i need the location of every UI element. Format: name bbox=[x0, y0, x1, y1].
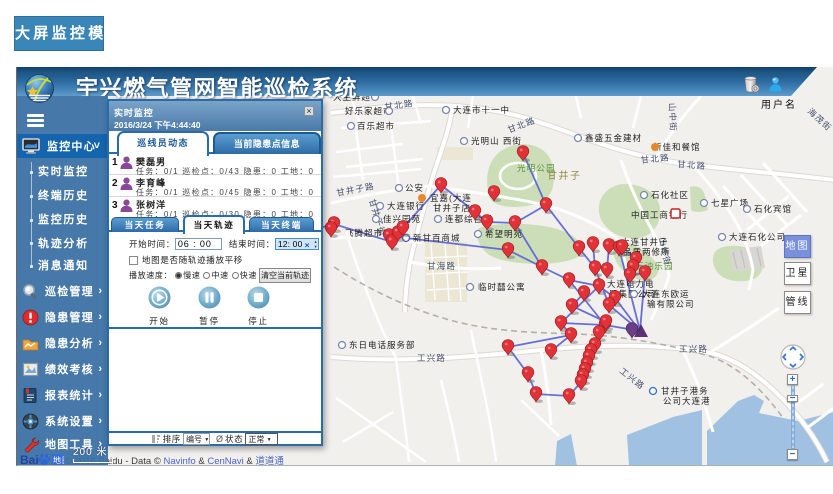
svg-text:公司大连港: 公司大连港 bbox=[663, 396, 711, 406]
svg-text:甘井子店): 甘井子店) bbox=[433, 203, 475, 213]
svg-text:百乐超市: 百乐超市 bbox=[357, 121, 395, 131]
svg-text:新甘百商城: 新甘百商城 bbox=[413, 233, 461, 243]
svg-text:大连银行: 大连银行 bbox=[387, 201, 425, 211]
svg-text:飞腾超市: 飞腾超市 bbox=[345, 228, 383, 238]
svg-text:输有限公司: 输有限公司 bbox=[647, 299, 695, 309]
svg-text:石化社区: 石化社区 bbox=[651, 190, 689, 200]
svg-text:新佳和餐馆: 新佳和餐馆 bbox=[653, 142, 701, 152]
svg-text:甘井子: 甘井子 bbox=[547, 169, 582, 182]
svg-text:鑫盛五金建材: 鑫盛五金建材 bbox=[585, 133, 642, 143]
svg-text:Bai: Bai bbox=[20, 453, 39, 466]
svg-text:七星广场: 七星广场 bbox=[711, 198, 749, 208]
svg-text:东日电话服务部: 东日电话服务部 bbox=[349, 340, 416, 350]
svg-text:大连东欧运: 大连东欧运 bbox=[642, 289, 690, 299]
svg-text:宜嘉(大连: 宜嘉(大连 bbox=[430, 193, 472, 203]
svg-text:石化宾馆: 石化宾馆 bbox=[754, 204, 792, 214]
svg-text:公安: 公安 bbox=[405, 183, 424, 193]
svg-text:山中街: 山中街 bbox=[667, 103, 679, 133]
svg-text:工兴路: 工兴路 bbox=[679, 344, 708, 354]
svg-text:工兴路: 工兴路 bbox=[417, 353, 446, 363]
svg-text:大连市十一中: 大连市十一中 bbox=[453, 105, 510, 115]
svg-text:甘北路: 甘北路 bbox=[677, 159, 707, 171]
svg-text:甘海路: 甘海路 bbox=[427, 261, 456, 271]
svg-text:地图: 地图 bbox=[53, 455, 64, 465]
svg-text:光明山 西街: 光明山 西街 bbox=[471, 136, 522, 146]
svg-text:甘井子港务: 甘井子港务 bbox=[661, 386, 709, 396]
svg-text:大连石化公司: 大连石化公司 bbox=[729, 232, 786, 242]
svg-text:临时囍公寓: 临时囍公寓 bbox=[478, 282, 526, 292]
